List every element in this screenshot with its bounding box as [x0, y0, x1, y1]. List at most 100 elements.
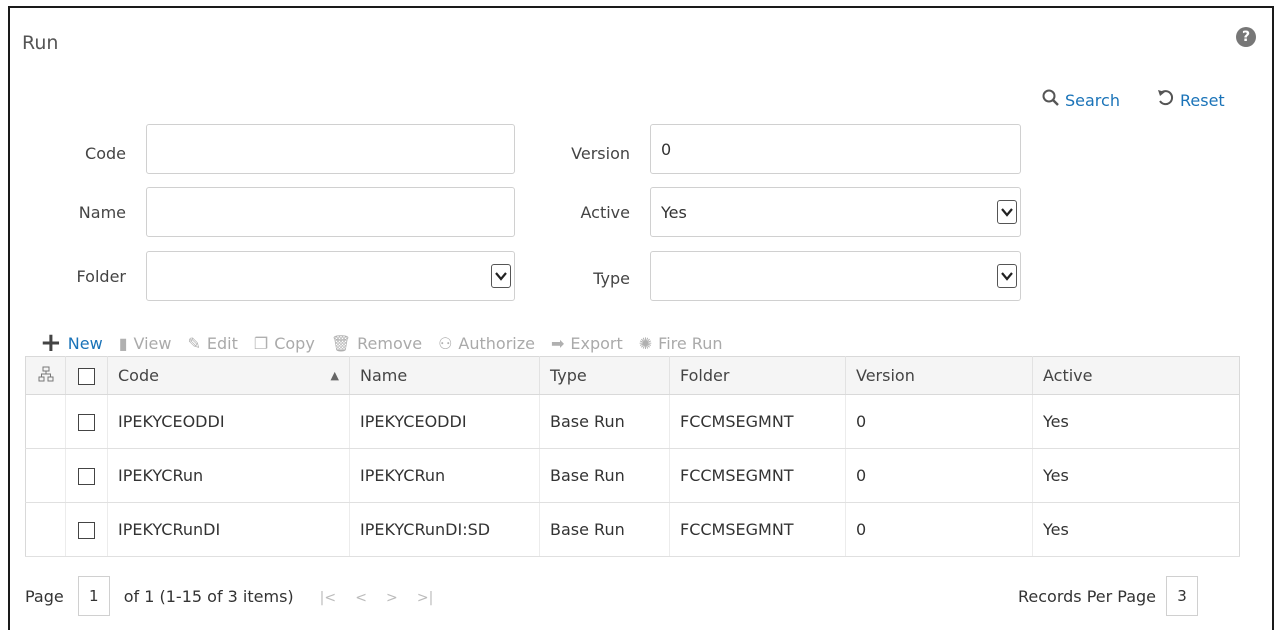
page-number-input[interactable]: 1	[77, 576, 110, 616]
first-page-icon[interactable]: |<	[320, 590, 336, 606]
col-folder-label: Folder	[680, 366, 730, 385]
folder-select[interactable]	[146, 251, 515, 301]
view-button[interactable]: ▮ View	[119, 334, 172, 353]
checkbox-icon	[78, 522, 95, 539]
col-header-version[interactable]: Version	[845, 356, 1033, 395]
prev-page-icon[interactable]: <	[355, 590, 367, 606]
table-row[interactable]: IPEKYCRun IPEKYCRun Base Run FCCMSEGMNT …	[25, 448, 1240, 503]
cell-active: Yes	[1032, 502, 1240, 557]
search-label: Search	[1065, 90, 1120, 110]
active-value: Yes	[661, 202, 687, 222]
plus-icon: +	[40, 328, 62, 358]
col-header-type[interactable]: Type	[539, 356, 670, 395]
chevron-down-icon[interactable]	[997, 264, 1017, 288]
copy-button[interactable]: ❐ Copy	[254, 334, 315, 353]
authorize-icon: ⚇	[438, 333, 453, 353]
grid-toolbar: + New ▮ View ✎ Edit ❐ Copy 🗑 Remove ⚇ Au…	[40, 328, 738, 358]
export-label: Export	[570, 333, 623, 353]
new-button[interactable]: + New	[40, 328, 103, 358]
authorize-button[interactable]: ⚇ Authorize	[438, 334, 535, 353]
cell-name: IPEKYCRunDI:SD	[349, 502, 540, 557]
active-label: Active	[580, 203, 631, 222]
cell-version: 0	[845, 394, 1033, 449]
cell-type: Base Run	[539, 394, 670, 449]
col-header-folder[interactable]: Folder	[669, 356, 846, 395]
reset-label: Reset	[1180, 90, 1225, 110]
sort-ascending-icon[interactable]: ▲	[331, 369, 339, 382]
document-icon: ▮	[118, 333, 128, 353]
authorize-label: Authorize	[458, 333, 535, 353]
new-label: New	[67, 333, 103, 353]
chevron-down-icon[interactable]	[997, 200, 1017, 224]
reset-icon	[1157, 88, 1175, 112]
runs-table: Code ▲ Name Type Folder Version Active IP…	[25, 356, 1240, 557]
col-header-name[interactable]: Name	[349, 356, 540, 395]
table-row[interactable]: IPEKYCEODDI IPEKYCEODDI Base Run FCCMSEG…	[25, 394, 1240, 449]
col-version-label: Version	[856, 366, 915, 385]
fire-run-label: Fire Run	[658, 333, 723, 353]
col-header-code[interactable]: Code ▲	[107, 356, 350, 395]
fire-run-icon: ✺	[638, 333, 653, 353]
cell-folder: FCCMSEGMNT	[669, 448, 846, 503]
row-tree-cell	[25, 448, 66, 503]
pagination: Page 1 of 1 (1-15 of 3 items) |< < > >|	[25, 576, 447, 616]
reset-button[interactable]: Reset	[1157, 88, 1225, 112]
table-row[interactable]: IPEKYCRunDI IPEKYCRunDI:SD Base Run FCCM…	[25, 502, 1240, 557]
cell-folder: FCCMSEGMNT	[669, 394, 846, 449]
type-select[interactable]	[650, 251, 1021, 301]
records-per-page-label: Records Per Page	[1018, 586, 1157, 606]
view-label: View	[133, 333, 172, 353]
copy-icon: ❐	[253, 333, 269, 353]
active-select[interactable]: Yes	[650, 187, 1021, 237]
checkbox-icon	[78, 368, 95, 385]
edit-button[interactable]: ✎ Edit	[187, 334, 237, 353]
cell-code: IPEKYCRunDI	[107, 502, 350, 557]
records-per-page: Records Per Page 3	[1018, 576, 1199, 616]
col-code-label: Code	[118, 366, 159, 385]
page-title: Run	[22, 32, 59, 54]
cell-type: Base Run	[539, 502, 670, 557]
version-value: 0	[661, 139, 672, 159]
cell-code: IPEKYCEODDI	[107, 394, 350, 449]
page-nav: |< < > >|	[320, 587, 448, 606]
page-count-text: of 1 (1-15 of 3 items)	[123, 586, 294, 606]
cell-active: Yes	[1032, 448, 1240, 503]
col-header-active[interactable]: Active	[1032, 356, 1240, 395]
remove-button[interactable]: 🗑 Remove	[331, 334, 422, 353]
edit-label: Edit	[206, 333, 238, 353]
name-label: Name	[78, 203, 126, 222]
export-button[interactable]: ➡ Export	[551, 334, 623, 353]
row-tree-cell	[25, 502, 66, 557]
chevron-down-icon[interactable]	[491, 264, 511, 288]
checkbox-icon	[78, 468, 95, 485]
copy-label: Copy	[274, 333, 315, 353]
page-label: Page	[25, 586, 64, 606]
cell-name: IPEKYCEODDI	[349, 394, 540, 449]
help-icon[interactable]: ?	[1236, 27, 1256, 47]
col-name-label: Name	[360, 366, 408, 385]
col-type-label: Type	[550, 366, 587, 385]
cell-code: IPEKYCRun	[107, 448, 350, 503]
code-field[interactable]	[146, 124, 515, 174]
cell-active: Yes	[1032, 394, 1240, 449]
type-label: Type	[593, 269, 630, 288]
version-field[interactable]: 0	[650, 124, 1021, 174]
row-checkbox[interactable]	[65, 448, 108, 503]
last-page-icon[interactable]: >|	[417, 590, 433, 606]
remove-label: Remove	[357, 333, 423, 353]
name-field[interactable]	[146, 187, 515, 237]
row-checkbox[interactable]	[65, 394, 108, 449]
cell-version: 0	[845, 448, 1033, 503]
folder-label: Folder	[76, 267, 126, 286]
select-all-checkbox[interactable]	[65, 356, 108, 395]
row-tree-cell	[25, 394, 66, 449]
version-label: Version	[571, 144, 630, 163]
next-page-icon[interactable]: >	[386, 590, 398, 606]
records-per-page-input[interactable]: 3	[1166, 576, 1199, 616]
search-icon	[1042, 88, 1060, 112]
fire-run-button[interactable]: ✺ Fire Run	[639, 334, 723, 353]
col-active-label: Active	[1043, 366, 1093, 385]
search-button[interactable]: Search	[1042, 88, 1120, 112]
row-checkbox[interactable]	[65, 502, 108, 557]
hierarchy-icon[interactable]	[25, 356, 66, 395]
